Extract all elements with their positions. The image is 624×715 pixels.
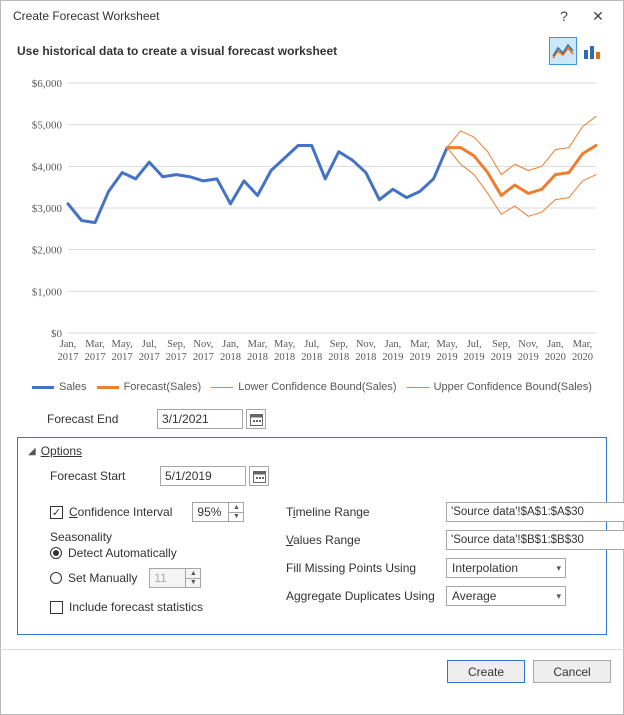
chart-legend: Sales Forecast(Sales) Lower Confidence B…: [17, 381, 607, 393]
include-stats-label: Include forecast statistics: [69, 600, 203, 614]
svg-text:$5,000: $5,000: [32, 120, 63, 132]
svg-text:$2,000: $2,000: [32, 245, 63, 257]
forecast-start-label: Forecast Start: [50, 469, 160, 483]
aggregate-label: Aggregate Duplicates Using: [286, 589, 446, 603]
svg-text:2017: 2017: [193, 352, 214, 363]
svg-text:May,: May,: [112, 339, 133, 350]
svg-text:2019: 2019: [410, 352, 431, 363]
create-button[interactable]: Create: [447, 660, 525, 683]
forecast-end-datepicker-button[interactable]: [246, 409, 266, 429]
options-label: Options: [41, 444, 82, 458]
line-chart-icon: [552, 42, 574, 60]
fill-missing-dropdown[interactable]: Interpolation▾: [446, 558, 566, 578]
forecast-end-input[interactable]: 3/1/2021: [157, 409, 243, 429]
options-collapse-toggle[interactable]: ◢: [28, 446, 36, 457]
values-range-input[interactable]: 'Source data'!$B$1:$B$30: [446, 530, 624, 550]
svg-text:2017: 2017: [166, 352, 187, 363]
dialog-title: Create Forecast Worksheet: [13, 9, 547, 23]
svg-text:Mar,: Mar,: [410, 339, 430, 350]
svg-text:Jan,: Jan,: [385, 339, 402, 350]
svg-text:2018: 2018: [328, 352, 349, 363]
svg-text:Sep,: Sep,: [492, 339, 510, 350]
svg-text:Sep,: Sep,: [330, 339, 348, 350]
svg-text:2019: 2019: [518, 352, 539, 363]
fill-missing-label: Fill Missing Points Using: [286, 561, 446, 575]
legend-forecast: Forecast(Sales): [124, 381, 202, 393]
forecast-start-datepicker-button[interactable]: [249, 466, 269, 486]
calendar-icon: [253, 470, 266, 483]
svg-text:Sep,: Sep,: [167, 339, 185, 350]
svg-text:Jan,: Jan,: [222, 339, 239, 350]
svg-text:2018: 2018: [274, 352, 295, 363]
svg-text:2018: 2018: [301, 352, 322, 363]
forecast-chart: $0$1,000$2,000$3,000$4,000$5,000$6,000Ja…: [20, 75, 604, 375]
seasonality-auto-radio[interactable]: [50, 547, 62, 559]
svg-text:2020: 2020: [572, 352, 593, 363]
svg-text:2019: 2019: [491, 352, 512, 363]
svg-text:2020: 2020: [545, 352, 566, 363]
seasonality-manual-label: Set Manually: [68, 571, 137, 585]
confidence-interval-spinner[interactable]: 95% ▲▼: [192, 502, 244, 522]
svg-text:2018: 2018: [247, 352, 268, 363]
svg-text:Jul,: Jul,: [304, 339, 319, 350]
svg-text:2019: 2019: [437, 352, 458, 363]
chart-type-line-button[interactable]: [549, 37, 577, 65]
svg-text:Jan,: Jan,: [60, 339, 77, 350]
svg-text:2017: 2017: [85, 352, 106, 363]
svg-text:2018: 2018: [355, 352, 376, 363]
legend-upper: Upper Confidence Bound(Sales): [434, 381, 592, 393]
svg-text:2018: 2018: [220, 352, 241, 363]
close-button[interactable]: ✕: [581, 4, 615, 28]
cancel-button[interactable]: Cancel: [533, 660, 611, 683]
confidence-interval-checkbox[interactable]: ✓: [50, 506, 63, 519]
aggregate-dropdown[interactable]: Average▾: [446, 586, 566, 606]
chart-type-column-button[interactable]: [579, 37, 607, 65]
confidence-interval-label: Confidence Interval: [69, 505, 172, 519]
values-range-label: Values Range: [286, 533, 446, 547]
svg-text:Jan,: Jan,: [547, 339, 564, 350]
options-panel: ◢ Options Forecast Start 5/1/2019 ✓ Conf…: [17, 437, 607, 635]
svg-text:$6,000: $6,000: [32, 78, 63, 90]
svg-text:$4,000: $4,000: [32, 161, 63, 173]
column-chart-icon: [582, 42, 604, 60]
calendar-icon: [250, 413, 263, 426]
svg-text:May,: May,: [436, 339, 457, 350]
seasonality-label: Seasonality: [50, 530, 112, 544]
legend-lower: Lower Confidence Bound(Sales): [238, 381, 396, 393]
svg-text:Jul,: Jul,: [142, 339, 157, 350]
include-stats-checkbox[interactable]: [50, 601, 63, 614]
svg-text:Jul,: Jul,: [467, 339, 482, 350]
forecast-start-input[interactable]: 5/1/2019: [160, 466, 246, 486]
svg-text:2017: 2017: [112, 352, 133, 363]
svg-text:Mar,: Mar,: [248, 339, 268, 350]
svg-text:2017: 2017: [139, 352, 160, 363]
svg-text:$1,000: $1,000: [32, 286, 63, 298]
svg-text:2017: 2017: [58, 352, 79, 363]
svg-text:Mar,: Mar,: [573, 339, 593, 350]
svg-text:Mar,: Mar,: [85, 339, 105, 350]
svg-text:Nov,: Nov,: [356, 339, 376, 350]
legend-sales: Sales: [59, 381, 87, 393]
svg-text:2019: 2019: [464, 352, 485, 363]
svg-text:Nov,: Nov,: [518, 339, 538, 350]
seasonality-manual-radio[interactable]: [50, 572, 62, 584]
timeline-range-input[interactable]: 'Source data'!$A$1:$A$30: [446, 502, 624, 522]
dialog-subtitle: Use historical data to create a visual f…: [17, 44, 547, 58]
seasonality-manual-spinner[interactable]: 11 ▲▼: [149, 568, 201, 588]
svg-text:$3,000: $3,000: [32, 203, 63, 215]
svg-text:May,: May,: [274, 339, 295, 350]
svg-text:2019: 2019: [382, 352, 403, 363]
timeline-range-label: Timeline Range: [286, 505, 446, 519]
seasonality-auto-label: Detect Automatically: [68, 546, 177, 560]
svg-text:Nov,: Nov,: [193, 339, 213, 350]
forecast-end-label: Forecast End: [47, 412, 157, 426]
help-button[interactable]: ?: [547, 4, 581, 28]
divider: [0, 649, 624, 650]
